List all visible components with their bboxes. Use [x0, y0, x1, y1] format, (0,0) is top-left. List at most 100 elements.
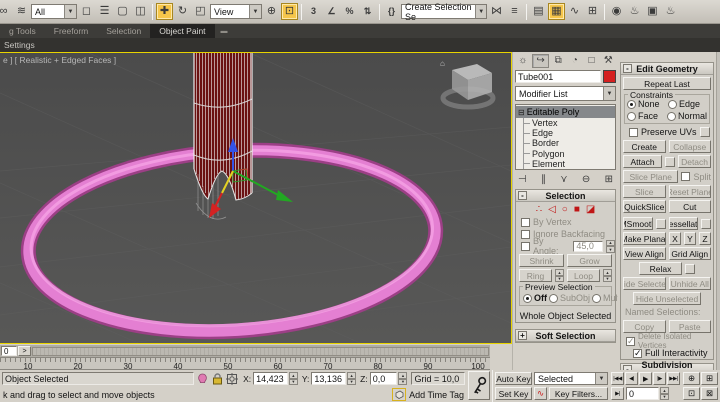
perspective-viewport[interactable]: e ] [ Realistic + Edged Faces ]	[0, 52, 512, 344]
x-spinner[interactable]: ▲▼	[289, 372, 298, 385]
create-tab-icon[interactable]: ☼	[515, 54, 531, 68]
display-tab-icon[interactable]: □	[584, 54, 600, 68]
edit-named-selection-sets-icon[interactable]: {}	[383, 3, 400, 20]
time-tag-icon[interactable]	[392, 388, 406, 401]
time-slider-track[interactable]	[32, 347, 489, 356]
by-angle-field[interactable]: 45,0	[573, 241, 603, 252]
gizmo-y-axis-arrow[interactable]	[209, 203, 221, 218]
ribbon-minimize-icon[interactable]: ▬	[221, 28, 228, 35]
angle-snap-toggle-icon[interactable]: ∠	[323, 3, 340, 20]
align-icon[interactable]: ≡	[506, 3, 523, 20]
ribbon-toggle-icon[interactable]: ▦	[548, 3, 565, 20]
y-spinner[interactable]: ▲▼	[347, 372, 356, 385]
tube-object[interactable]	[194, 53, 252, 219]
manage-layers-icon[interactable]: ▤	[530, 3, 547, 20]
stack-item-edge[interactable]: Edge	[524, 128, 615, 138]
grid-align-button[interactable]: Grid Align	[669, 247, 712, 260]
constraint-none-radio[interactable]	[627, 100, 636, 109]
snaps-toggle-3d-icon[interactable]: 3	[305, 3, 322, 20]
go-to-start-icon[interactable]: |◀◀	[611, 372, 624, 385]
next-frame-arrow-button[interactable]: >	[18, 346, 31, 356]
vertex-mode-icon[interactable]: ∴	[536, 204, 542, 215]
rendered-frame-window-icon[interactable]: ▣	[644, 3, 661, 20]
viewport-shading-label[interactable]: e ] [ Realistic + Edged Faces ]	[3, 55, 116, 65]
tessellate-button[interactable]: Tessellate	[669, 217, 699, 230]
grow-button[interactable]: Grow	[567, 254, 612, 267]
preview-off-radio[interactable]	[523, 294, 532, 303]
play-icon[interactable]: ▶	[639, 372, 652, 385]
loop-button[interactable]: Loop	[567, 269, 600, 282]
relax-button[interactable]: Relax	[639, 262, 682, 275]
cut-button[interactable]: Cut	[669, 200, 712, 213]
make-planar-button[interactable]: Make Planar	[623, 232, 666, 245]
object-name-field[interactable]: Tube001	[515, 70, 601, 83]
set-key-button[interactable]: Set Key	[495, 387, 532, 400]
gizmo-x-axis-arrow[interactable]	[276, 190, 293, 202]
reset-plane-button[interactable]: Reset Plane	[669, 185, 712, 198]
delete-isolated-vertices-checkbox[interactable]	[626, 337, 635, 346]
planar-y-button[interactable]: Y	[684, 232, 696, 245]
key-filters-button[interactable]: Key Filters...	[549, 387, 608, 400]
expand-icon[interactable]: +	[518, 331, 527, 340]
schematic-view-icon[interactable]: ⊞	[584, 3, 601, 20]
tab-object-paint[interactable]: Object Paint	[150, 24, 214, 38]
auto-key-button[interactable]: Auto Key	[495, 372, 532, 385]
ring-spinner[interactable]: ▲▼	[555, 269, 564, 282]
select-and-manipulate-icon[interactable]: ⊡	[281, 3, 298, 20]
use-pivot-point-center-icon[interactable]: ⊕	[263, 3, 280, 20]
planar-z-button[interactable]: Z	[699, 232, 711, 245]
polygon-mode-icon[interactable]: ■	[574, 204, 580, 215]
selection-rollout-header[interactable]: - Selection	[516, 190, 615, 202]
msmooth-settings-icon[interactable]	[656, 219, 666, 229]
view-cube[interactable]: ⌂	[440, 59, 493, 107]
pin-stack-icon[interactable]: ⊣	[518, 174, 527, 185]
quickslice-button[interactable]: QuickSlice	[623, 200, 666, 213]
set-keys-curve-icon[interactable]: ∿	[534, 387, 547, 400]
percent-snap-toggle-icon[interactable]: %	[341, 3, 358, 20]
configure-modifier-sets-icon[interactable]: ⊞	[605, 174, 613, 185]
soft-selection-header[interactable]: + Soft Selection	[516, 330, 615, 342]
constraint-edge-radio[interactable]	[668, 100, 677, 109]
make-unique-icon[interactable]: ⋎	[560, 174, 567, 185]
by-angle-spinner[interactable]: ▲▼	[606, 240, 615, 253]
zoom-all-icon[interactable]: ⊞	[701, 372, 718, 385]
previous-frame-icon[interactable]: ◀|	[625, 372, 638, 385]
named-selection-sets-dropdown[interactable]: Create Selection Se ▼	[401, 4, 487, 19]
go-to-end-icon[interactable]: ▶▶|	[667, 372, 680, 385]
by-vertex-checkbox[interactable]	[521, 218, 530, 227]
object-color-swatch[interactable]	[603, 70, 616, 83]
absolute-mode-toggle-icon[interactable]	[225, 372, 239, 386]
preview-subobj-radio[interactable]	[549, 294, 558, 303]
unhide-all-button[interactable]: Unhide All	[669, 277, 712, 290]
select-and-link-icon[interactable]: ∞	[0, 3, 12, 20]
frame-spinner[interactable]: ▲▼	[660, 387, 669, 400]
preserve-uvs-settings-icon[interactable]	[700, 127, 710, 137]
stack-item-polygon[interactable]: Polygon	[524, 149, 615, 159]
hierarchy-tab-icon[interactable]: ⧉	[550, 54, 566, 68]
zoom-extents-icon[interactable]: ⊡	[683, 387, 700, 400]
mirror-icon[interactable]: ⋈	[488, 3, 505, 20]
stack-expand-icon[interactable]: ⊟	[518, 108, 525, 117]
relax-settings-icon[interactable]	[685, 264, 695, 274]
collapse-icon[interactable]: -	[518, 191, 527, 200]
reference-coordinate-system-dropdown[interactable]: View ▼	[210, 4, 262, 19]
stack-item-vertex[interactable]: Vertex	[524, 118, 615, 128]
preview-multi-radio[interactable]	[592, 294, 601, 303]
utilities-tab-icon[interactable]: ⚒	[600, 54, 616, 68]
keyboard-shortcut-override-button[interactable]	[468, 371, 490, 400]
show-end-result-icon[interactable]: ∥	[541, 174, 546, 185]
tessellate-settings-icon[interactable]	[701, 219, 711, 229]
zoom-icon[interactable]: ⊕	[683, 372, 700, 385]
attach-settings-icon[interactable]	[665, 157, 675, 167]
key-mode-toggle-icon[interactable]: ▶|	[611, 387, 624, 400]
constraint-normal-radio[interactable]	[667, 112, 676, 121]
select-and-rotate-icon[interactable]: ↻	[174, 3, 191, 20]
full-interactivity-checkbox[interactable]	[633, 349, 642, 358]
x-coordinate-field[interactable]: 14,423	[253, 372, 288, 385]
edit-geometry-header[interactable]: - Edit Geometry	[621, 63, 713, 75]
curve-editor-icon[interactable]: ∿	[566, 3, 583, 20]
track-bar[interactable]: 10 20 30 40 50 60 70 80 90 100	[0, 357, 490, 370]
msmooth-button[interactable]: MSmooth	[623, 217, 653, 230]
tab-selection[interactable]: Selection	[97, 24, 150, 38]
repeat-last-button[interactable]: Repeat Last	[623, 77, 711, 90]
